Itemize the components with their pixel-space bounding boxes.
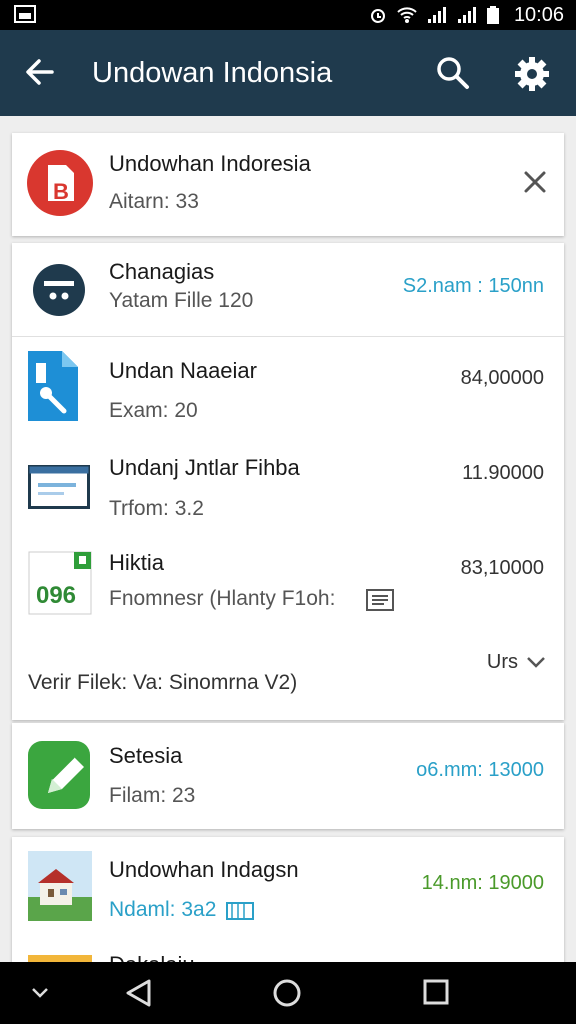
calendar-icon: 096 [28, 551, 92, 615]
nav-home-icon[interactable] [272, 978, 302, 1013]
edit-icon [26, 739, 92, 811]
bottom-card: Undowhan Indagsn Ndaml: 3a2 14.nm: 19000… [12, 837, 564, 972]
list-item[interactable]: Undowhan Indagsn Ndaml: 3a2 14.nm: 19000 [12, 837, 564, 941]
clock: 10:06 [513, 4, 564, 26]
card-title: Setesia [109, 743, 183, 768]
document-icon [366, 589, 394, 611]
item-title: Undowhan Indagsn [109, 857, 299, 882]
header-card-subtitle: Aitarn: 33 [109, 190, 199, 213]
nav-bar [0, 962, 576, 1024]
item-subtitle: Fnomnesr (Hlanty F1oh: [109, 587, 336, 610]
list-item[interactable]: Undan Naaeiar Exam: 20 84,00000 [12, 337, 564, 435]
header-card[interactable]: B Undowhan Indoresia Aitarn: 33 [12, 133, 564, 236]
list-item[interactable]: Undanj Jntlar Fihba Trfom: 3.2 11.90000 [12, 435, 564, 533]
list-item[interactable]: 096 Hiktia Fnomnesr (Hlanty F1oh: 83,100… [12, 533, 564, 623]
search-icon[interactable] [434, 54, 472, 92]
folder-icon [226, 902, 255, 920]
page-title: Undowan Indonsia [92, 57, 333, 89]
item-value: S2.nam : 150nn [402, 275, 544, 297]
signal-icon [428, 7, 446, 23]
house-photo-icon [28, 851, 92, 921]
chevron-down-icon [527, 657, 545, 668]
more-button[interactable]: Urs [487, 649, 546, 675]
header-card-title: Undowhan Indoresia [109, 151, 311, 176]
status-bar: 10:06 [0, 0, 576, 30]
file-search-icon [28, 351, 78, 421]
card-value: o6.mm: 13000 [416, 759, 544, 781]
gear-icon[interactable] [512, 54, 552, 94]
item-title: Hiktia [109, 550, 165, 575]
app-bar: Undowan Indonsia [0, 30, 576, 116]
setesia-card[interactable]: Setesia Filam: 23 o6.mm: 13000 [12, 723, 564, 829]
gallery-icon [14, 5, 36, 23]
item-title: Chanagias [109, 259, 215, 284]
item-title: Undan Naaeiar [109, 358, 257, 383]
item-value: 84,00000 [460, 367, 544, 389]
nav-back-icon[interactable] [124, 978, 152, 1013]
item-subtitle: Trfom: 3.2 [109, 497, 204, 520]
window-icon [28, 465, 90, 509]
item-value: 14.nm: 19000 [421, 872, 544, 894]
signal-icon-2 [458, 7, 476, 23]
item-value: 11.90000 [462, 462, 544, 484]
nav-recents-icon[interactable] [422, 978, 450, 1011]
status-icons [368, 3, 500, 27]
item-subtitle-text: Ndaml: 3a2 [109, 898, 217, 921]
file-red-icon: B [26, 149, 94, 217]
svg-text:B: B [53, 179, 69, 204]
item-subtitle: Ndaml: 3a2 [109, 896, 255, 924]
more-label: Urs [486, 651, 518, 673]
battery-icon [487, 6, 499, 24]
item-title: Undanj Jntlar Fihba [109, 455, 300, 480]
svg-text:096: 096 [36, 582, 76, 609]
list-card: Chanagias Yatam Fille 120 S2.nam : 150nn… [12, 243, 564, 720]
dialog-icon [32, 263, 86, 317]
alarm-icon [371, 9, 385, 23]
keyboard-hide-icon[interactable] [30, 986, 50, 1005]
close-icon[interactable] [522, 169, 548, 195]
item-value: 83,10000 [460, 557, 544, 579]
list-item[interactable]: Chanagias Yatam Fille 120 S2.nam : 150nn [12, 243, 564, 336]
card-subtitle: Filam: 23 [109, 784, 196, 807]
back-arrow-icon[interactable] [22, 54, 58, 90]
item-subtitle: Exam: 20 [109, 399, 198, 422]
item-subtitle: Yatam Fille 120 [109, 289, 254, 312]
wifi-icon [397, 7, 417, 23]
list-footer-text: Verir Filek: Va: Sinomrna V2) [28, 671, 298, 694]
